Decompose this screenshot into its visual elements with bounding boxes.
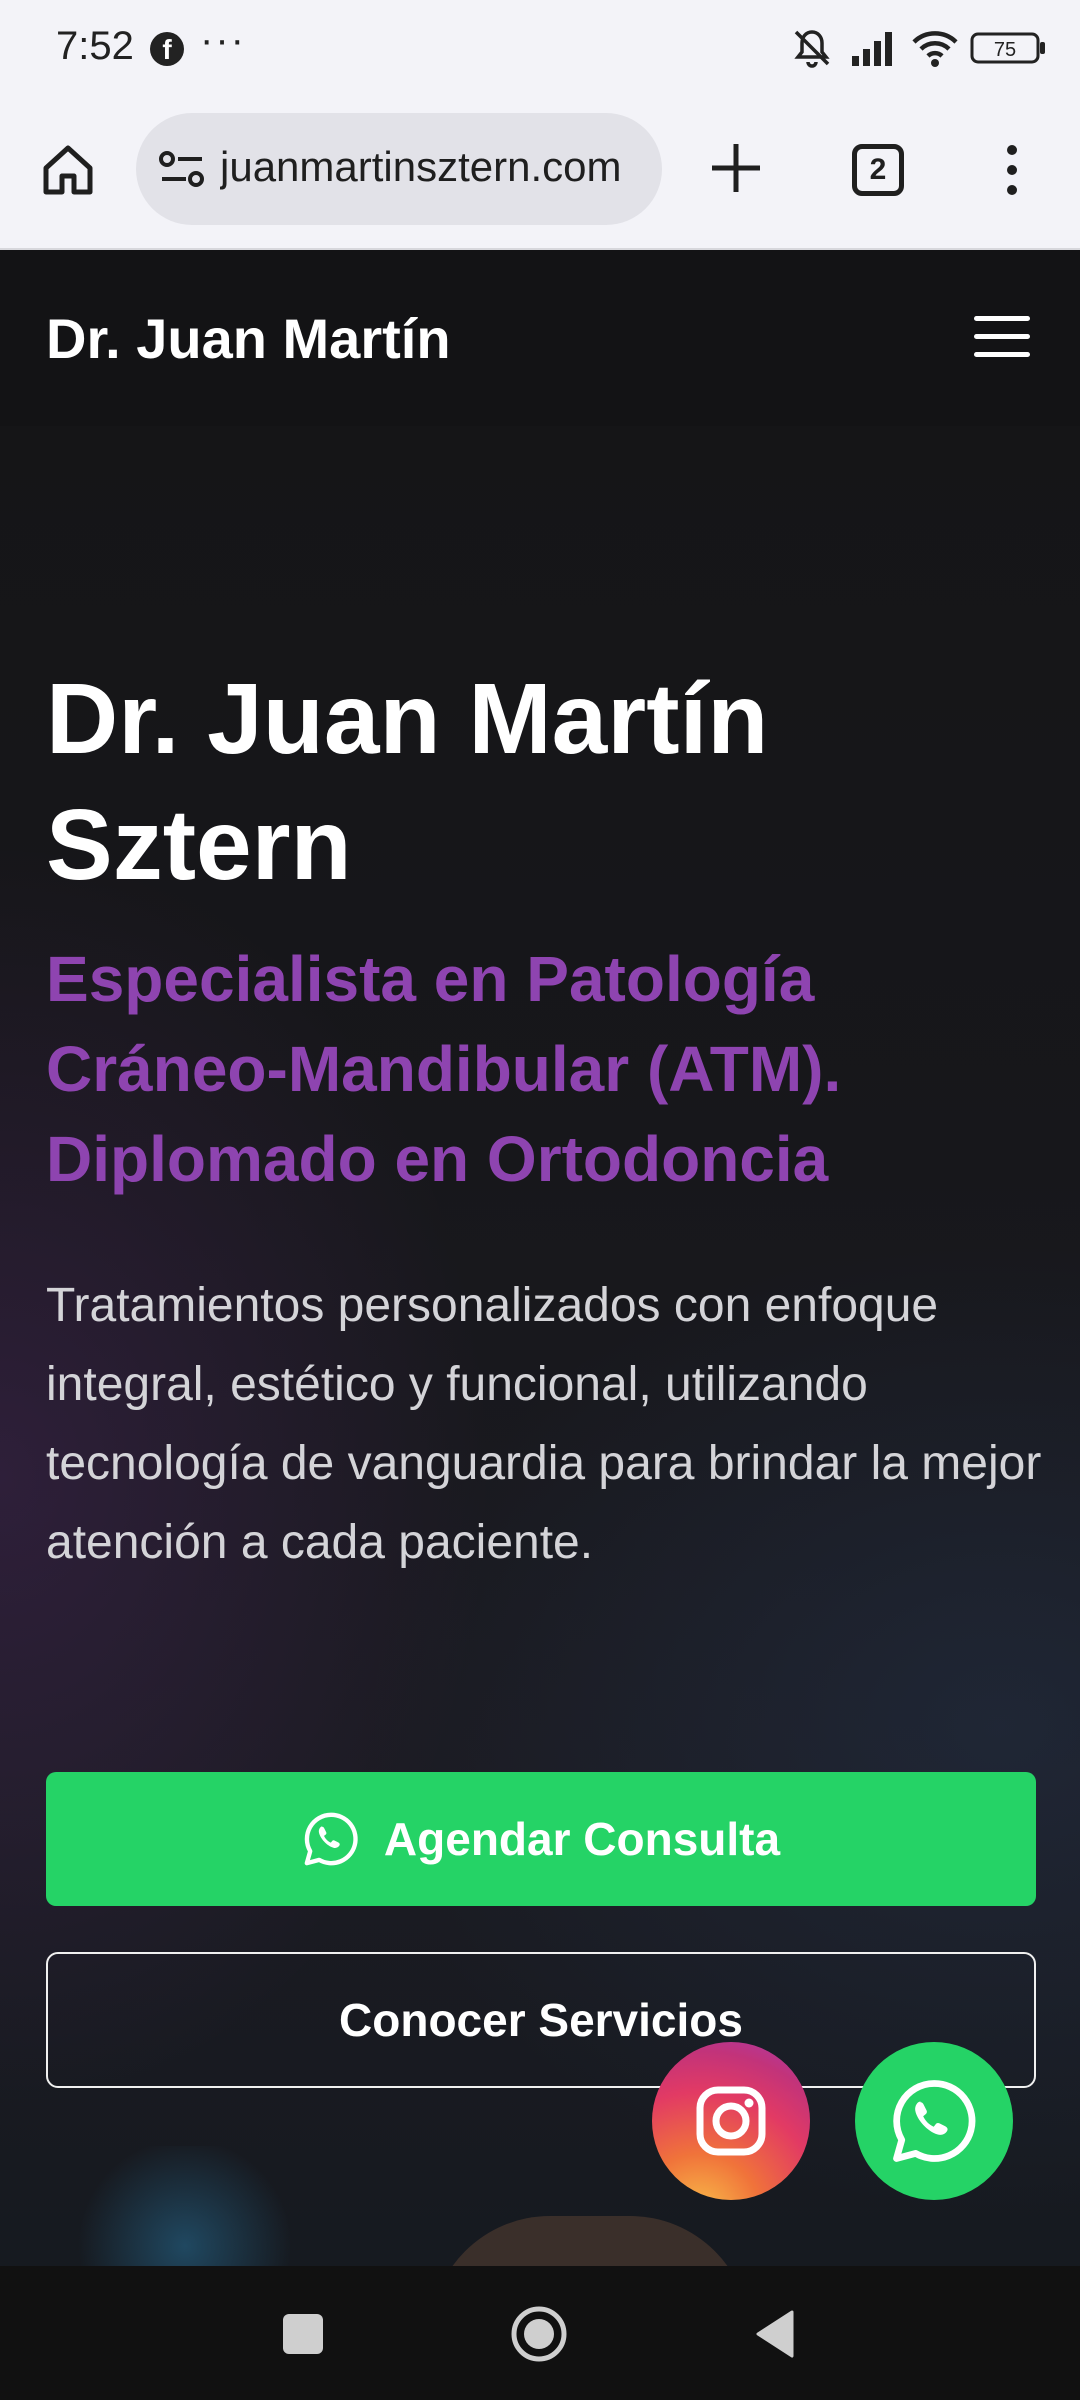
decorative-glow [70, 2146, 300, 2266]
url-text[interactable]: juanmartinsztern.com [220, 143, 650, 191]
recents-icon[interactable] [283, 2314, 323, 2354]
signal-icon [852, 32, 892, 66]
plus-icon[interactable] [706, 138, 766, 198]
doctor-portrait [430, 2216, 750, 2266]
status-time: 7:52 [56, 24, 134, 68]
services-label: Conocer Servicios [339, 1994, 743, 2046]
instagram-button[interactable] [652, 2042, 810, 2200]
status-bar: 7:52 f ··· 75 [0, 0, 1080, 100]
battery-icon: 75 [970, 32, 1045, 64]
whatsapp-icon [893, 2080, 976, 2162]
system-nav-bar [0, 2266, 1080, 2400]
site-header: Dr. Juan Martín [0, 250, 1080, 426]
whatsapp-icon [304, 1812, 358, 1866]
wifi-icon [912, 31, 958, 67]
hero-title: Dr. Juan Martín Sztern [46, 663, 769, 901]
address-bar[interactable]: juanmartinsztern.com [136, 113, 662, 225]
back-icon[interactable] [752, 2308, 796, 2360]
hero-description: Tratamientos personalizados con enfoque … [46, 1279, 1042, 1569]
tabs-icon[interactable]: 2 [852, 144, 904, 196]
hero-subtitle: Especialista en Patología Cráneo-Mandibu… [46, 943, 842, 1195]
more-vert-icon[interactable] [994, 140, 1030, 200]
hero-section: Dr. Juan Martín Sztern Especialista en P… [0, 426, 1080, 2266]
home-icon[interactable] [38, 140, 98, 200]
whatsapp-button[interactable] [855, 2042, 1013, 2200]
site-brand[interactable]: Dr. Juan Martín [46, 306, 451, 371]
site-info-icon[interactable] [158, 147, 206, 191]
browser-toolbar: juanmartinsztern.com 2 [0, 100, 1080, 250]
more-notifications-icon: ··· [200, 18, 246, 62]
battery-level: 75 [994, 39, 1016, 61]
hamburger-menu-icon[interactable] [974, 316, 1030, 360]
home-circle-icon[interactable] [509, 2304, 569, 2364]
schedule-consultation-label: Agendar Consulta [383, 1813, 781, 1865]
mute-icon [794, 30, 830, 68]
facebook-icon: f [150, 32, 184, 66]
instagram-icon [696, 2086, 766, 2156]
schedule-consultation-button[interactable]: Agendar Consulta [46, 1772, 1036, 1906]
